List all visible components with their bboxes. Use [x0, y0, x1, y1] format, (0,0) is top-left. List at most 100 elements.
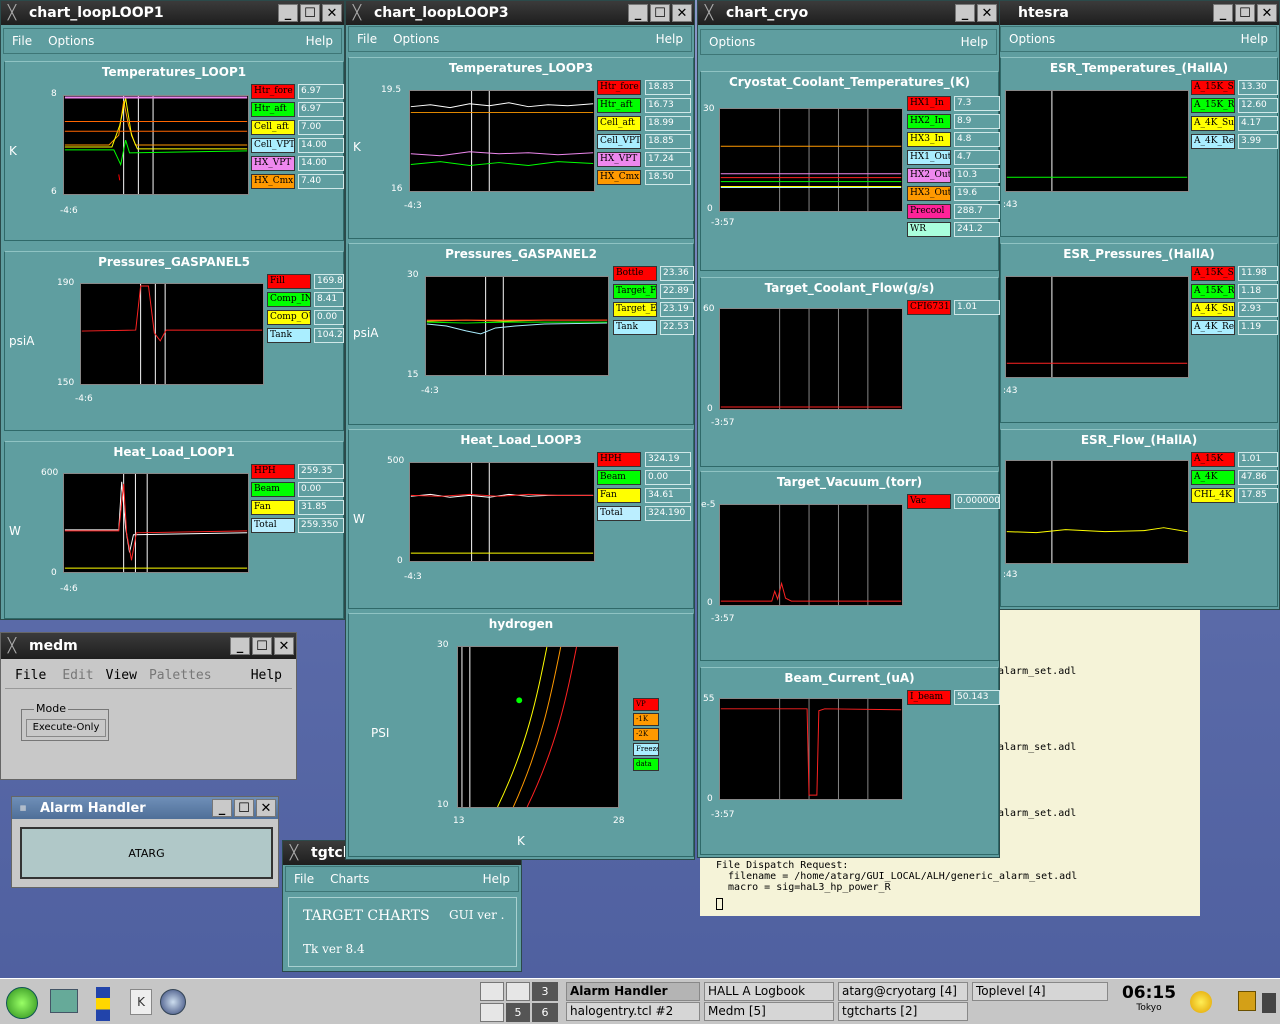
close-button[interactable]: ✕	[274, 637, 294, 655]
menu-file[interactable]: File	[5, 668, 56, 683]
desk-3[interactable]: 3	[532, 982, 558, 1001]
menu-help[interactable]: Help	[1233, 32, 1276, 46]
close-button[interactable]: ✕	[977, 4, 997, 22]
logout-icon[interactable]	[1262, 993, 1276, 1013]
y-max: 30	[437, 640, 449, 650]
legend-minus-1k: -1K	[633, 713, 659, 726]
close-button[interactable]: ✕	[256, 799, 276, 817]
close-button[interactable]: ✕	[1257, 4, 1277, 22]
mode-label: Mode	[34, 702, 68, 715]
taskbar-item-toplevel[interactable]: Toplevel [4]	[972, 982, 1108, 1001]
atarg-alarm-button[interactable]: ATARG	[20, 827, 273, 879]
menu-palettes[interactable]: Palettes	[143, 668, 218, 683]
legend-cell-vpt: Cell_VPT	[597, 134, 641, 149]
current-state-point	[516, 697, 523, 704]
minimize-button[interactable]: _	[278, 4, 298, 22]
y-unit: psiA	[353, 326, 379, 340]
menu-file[interactable]: File	[4, 34, 40, 48]
menu-file[interactable]: File	[286, 872, 322, 886]
chart-title: Temperatures_LOOP1	[101, 65, 247, 79]
value-i-beam: 50.143	[954, 690, 1000, 705]
value-cell-vpt: 18.85	[645, 134, 691, 149]
menu-help[interactable]: Help	[475, 872, 518, 886]
x-min: :43	[1003, 570, 1018, 580]
value-a-4k: 47.86	[1238, 470, 1278, 485]
menu-view[interactable]: View	[100, 668, 143, 683]
menu-help[interactable]: Help	[648, 32, 691, 46]
window-titlebar[interactable]: ▦ Alarm Handler _ ☐ ✕	[12, 797, 278, 819]
legend-htr-fore: Htr_fore	[597, 80, 641, 95]
legend-hx1-out: HX1_Out	[907, 150, 951, 165]
sun-icon[interactable]	[1190, 991, 1212, 1013]
y-max: 30	[703, 104, 715, 114]
esr-pressures-plot	[1005, 276, 1189, 378]
browser-icon[interactable]	[160, 989, 186, 1015]
window-titlebar[interactable]: ╳ chart_cryo _ ✕	[698, 1, 999, 25]
legend-a-4k-su: A_4K_Su	[1191, 116, 1235, 131]
menu-options[interactable]: Options	[701, 35, 763, 49]
menu-options[interactable]: Options	[385, 32, 447, 46]
legend-hx-cmx: HX_Cmx	[597, 170, 641, 185]
y-max: 600	[41, 468, 59, 478]
legend-htr-fore: Htr_fore	[251, 84, 295, 99]
menu-edit[interactable]: Edit	[56, 668, 99, 683]
window-titlebar[interactable]: htesra _ ☐ ✕	[998, 1, 1279, 25]
menu-options[interactable]: Options	[40, 34, 102, 48]
legend-a-15k-s: A_15K_S	[1191, 80, 1235, 95]
konqueror-icon[interactable]: K	[130, 989, 152, 1015]
launcher-icon[interactable]	[96, 987, 110, 1021]
minimize-button[interactable]: _	[1213, 4, 1233, 22]
heat-load-loop3-panel: Heat_Load_LOOP3 W 500 0 -4:3 HPH 324.19 …	[348, 429, 694, 609]
taskbar-item-tgtcharts[interactable]: tgtcharts [2]	[838, 1002, 968, 1021]
desk-5[interactable]: 5	[506, 1003, 530, 1022]
maximize-button[interactable]: ☐	[252, 637, 272, 655]
legend-cfi67314: CFI67314	[907, 300, 951, 315]
value-hx3-in: 4.8	[954, 132, 1000, 147]
minimize-button[interactable]: _	[628, 4, 648, 22]
minimize-button[interactable]: _	[955, 4, 975, 22]
legend-a-4k-re: A_4K_Re	[1191, 134, 1235, 149]
desktop-icon[interactable]	[50, 989, 78, 1013]
mode-value[interactable]: Execute-Only	[26, 719, 106, 737]
window-titlebar[interactable]: ╳ chart_loopLOOP3 _ ☐ ✕	[346, 1, 694, 25]
close-button[interactable]: ✕	[322, 4, 342, 22]
esr-temperatures-panel: ESR_Temperatures_(HallA) :43 A_15K_S 13.…	[1000, 57, 1278, 237]
taskbar-item-terminal[interactable]: atarg@cryotarg [4]	[838, 982, 968, 1001]
menu-charts[interactable]: Charts	[322, 872, 377, 886]
taskbar-item-logbook[interactable]: HALL A Logbook	[704, 982, 834, 1001]
menu-help[interactable]: Help	[298, 34, 341, 48]
taskbar-item-alarm-handler[interactable]: Alarm Handler	[566, 982, 700, 1001]
menu-help[interactable]: Help	[241, 668, 292, 683]
taskbar-item-medm[interactable]: Medm [5]	[704, 1002, 834, 1021]
taskbar: K 3 5 6 Alarm Handler HALL A Logbook ata…	[0, 978, 1280, 1024]
lock-icon[interactable]	[1238, 991, 1256, 1011]
window-titlebar[interactable]: ╳ medm _ ☐ ✕	[1, 633, 296, 659]
legend-cell-vpt: Cell_VPT	[251, 138, 295, 153]
desk-4[interactable]	[480, 1003, 504, 1022]
pressures-gaspanel2-panel: Pressures_GASPANEL2 psiA 30 15 -4:3 Bott…	[348, 243, 694, 425]
legend-minus-2k: -2K	[633, 728, 659, 741]
menu-options[interactable]: Options	[1001, 32, 1063, 46]
maximize-button[interactable]: ☐	[650, 4, 670, 22]
menu-file[interactable]: File	[349, 32, 385, 46]
desk-1[interactable]	[480, 982, 504, 1001]
chart-title: Target_Vacuum_(torr)	[776, 475, 923, 489]
minimize-button[interactable]: _	[212, 799, 232, 817]
menu-bar: File Options Help	[3, 28, 342, 54]
legend-total: Total	[251, 518, 295, 533]
minimize-button[interactable]: _	[230, 637, 250, 655]
maximize-button[interactable]: ☐	[1235, 4, 1255, 22]
maximize-button[interactable]: ☐	[300, 4, 320, 22]
start-menu-icon[interactable]	[6, 987, 38, 1019]
maximize-button[interactable]: ☐	[234, 799, 254, 817]
value-cfi67314: 1.01	[954, 300, 1000, 315]
clock[interactable]: 06:15 Tokyo	[1120, 983, 1178, 1023]
value-target-fill: 22.89	[660, 284, 694, 299]
taskbar-item-halogentry[interactable]: halogentry.tcl #2	[566, 1002, 700, 1021]
close-button[interactable]: ✕	[672, 4, 692, 22]
menu-help[interactable]: Help	[953, 35, 996, 49]
window-title: chart_cryo	[726, 5, 809, 21]
desk-6[interactable]: 6	[532, 1003, 558, 1022]
window-titlebar[interactable]: ╳ chart_loopLOOP1 _ ☐ ✕	[1, 1, 344, 25]
desk-2[interactable]	[506, 982, 530, 1001]
